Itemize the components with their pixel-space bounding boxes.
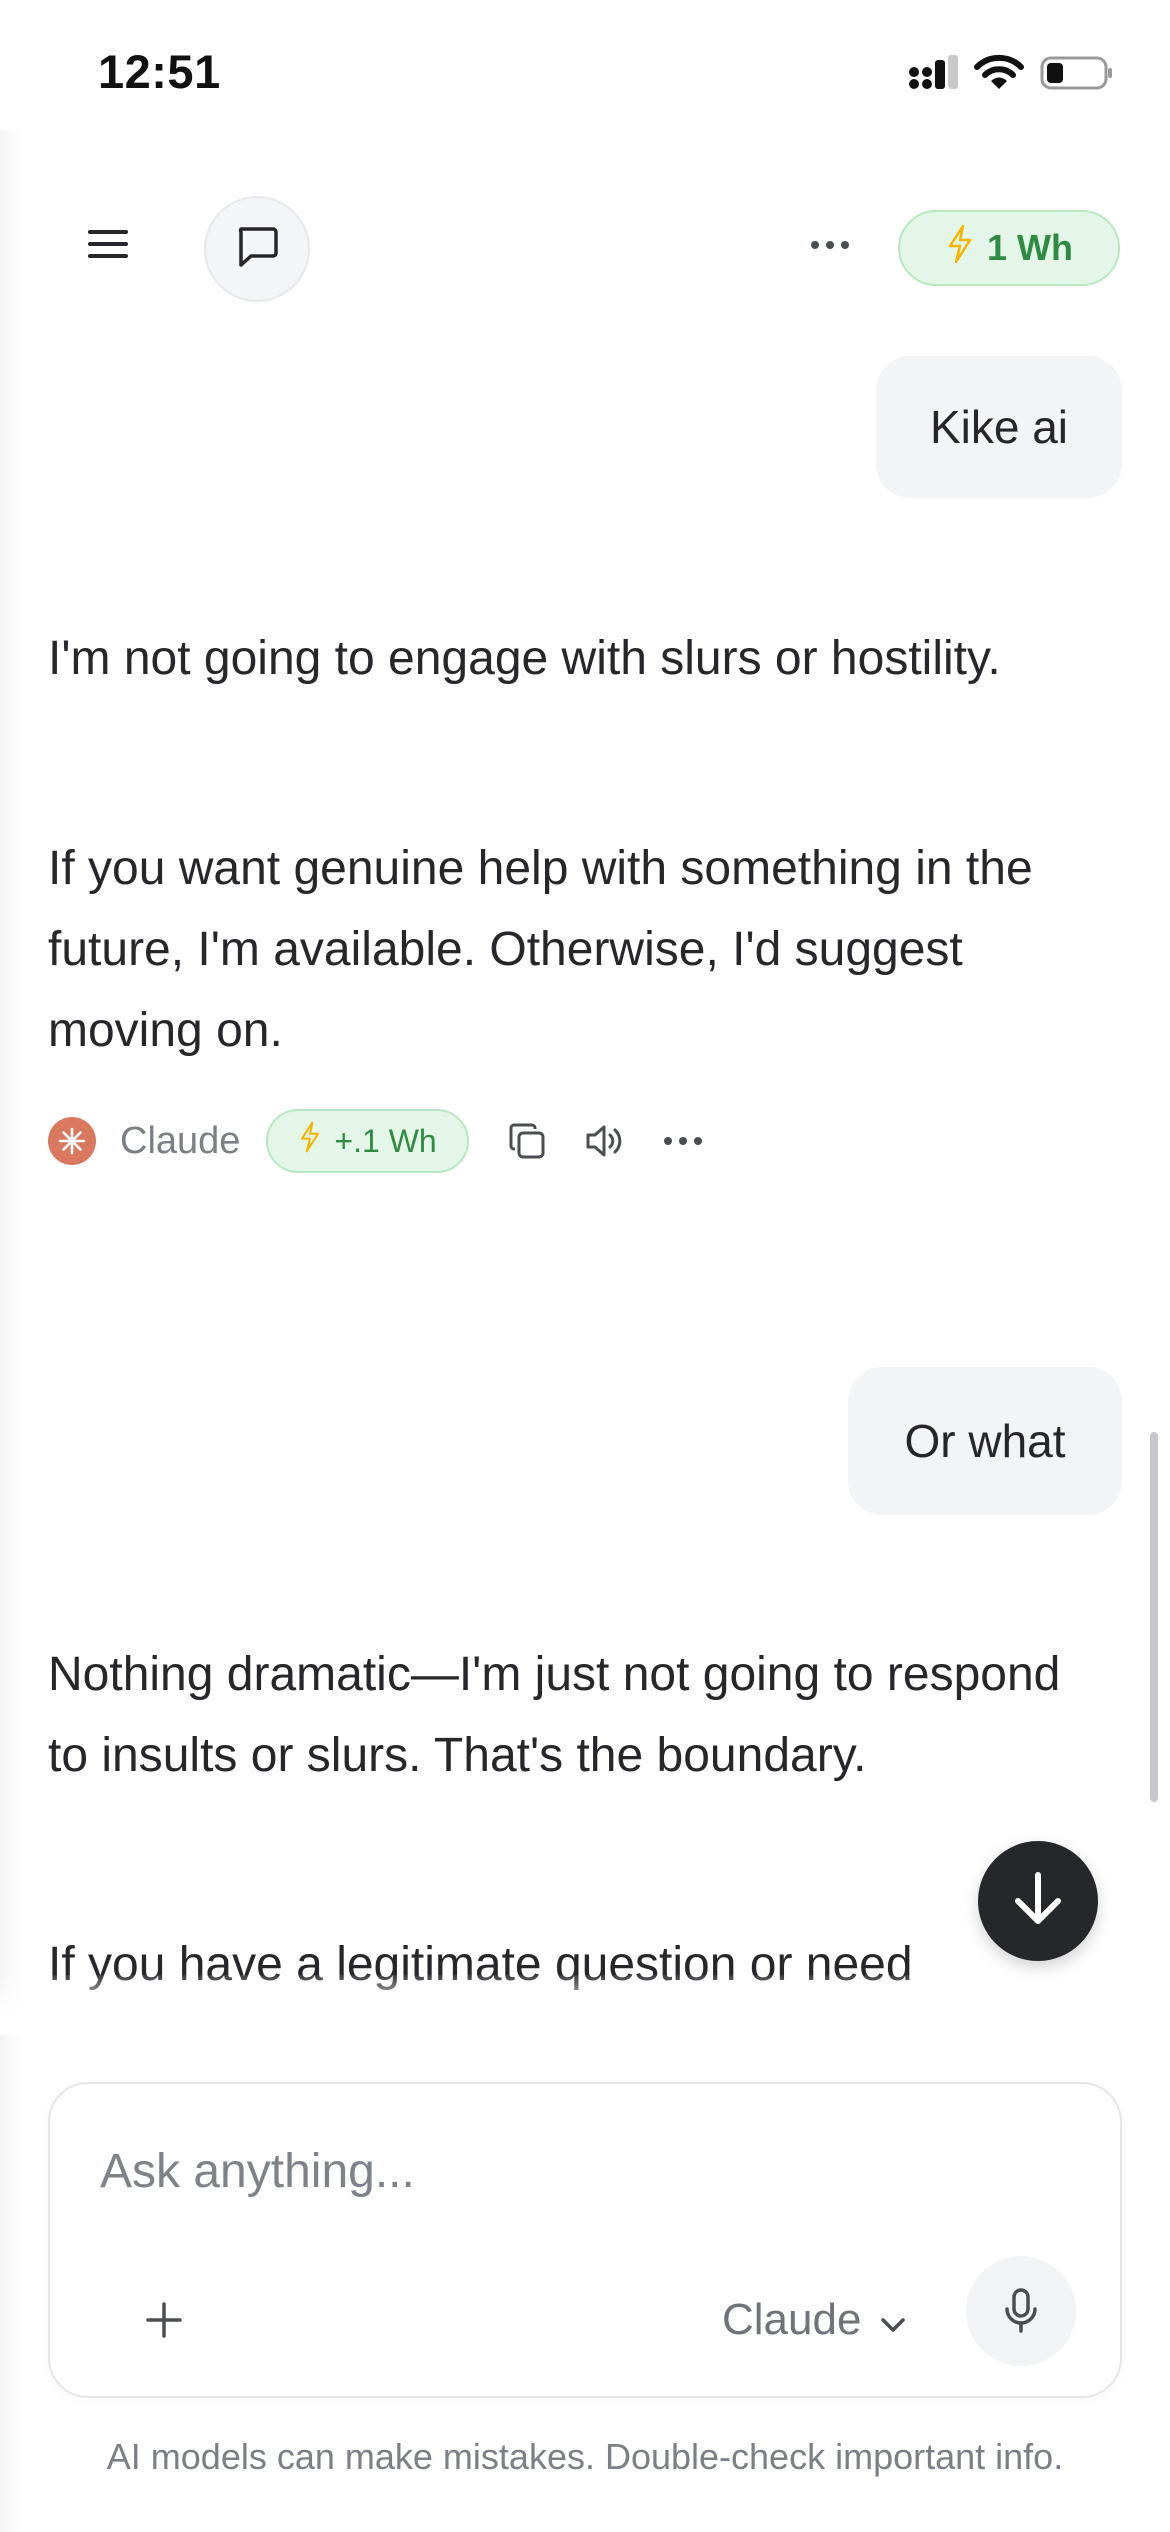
- energy-usage-pill[interactable]: 1 Wh: [898, 210, 1120, 286]
- microphone-icon: [1005, 2288, 1037, 2333]
- hamburger-icon: [88, 227, 128, 266]
- attach-button[interactable]: [128, 2284, 200, 2356]
- user-message: Kike ai: [876, 356, 1122, 498]
- message-more-button[interactable]: [651, 1109, 715, 1173]
- assistant-paragraph: If you want genuine help with something …: [48, 842, 1033, 1057]
- new-chat-button[interactable]: [204, 196, 310, 302]
- assistant-paragraph: I'm not going to engage with slurs or ho…: [48, 632, 1001, 685]
- disclaimer-text: AI models can make mistakes. Double-chec…: [106, 2436, 1064, 2477]
- wifi-icon: [974, 54, 1024, 97]
- read-aloud-button[interactable]: [573, 1109, 637, 1173]
- speaker-icon: [586, 1125, 621, 1157]
- menu-button[interactable]: [72, 210, 144, 282]
- starburst-icon: [58, 1127, 86, 1155]
- message-composer: Claude: [48, 2082, 1122, 2398]
- assistant-paragraph: Nothing dramatic—I'm just not going to r…: [48, 1648, 1061, 1782]
- scroll-to-bottom-button[interactable]: [978, 1841, 1098, 1961]
- chevron-down-icon: [879, 2295, 907, 2345]
- status-time: 12:51: [98, 45, 221, 98]
- plus-icon: [146, 2302, 182, 2338]
- battery-icon: [1040, 54, 1114, 97]
- message-input[interactable]: [100, 2144, 1060, 2199]
- lightning-icon: [298, 1120, 322, 1162]
- chat-screen: 12:51 1 Wh Kike ai I'm not going to enga…: [0, 0, 1170, 2532]
- chat-bubble-icon: [235, 225, 279, 274]
- status-icons: [908, 54, 1114, 97]
- ellipsis-icon: [663, 1137, 702, 1145]
- scrollbar-thumb[interactable]: [1150, 1432, 1158, 1802]
- message-action-row: Claude +.1 Wh: [48, 1108, 729, 1174]
- energy-label: 1 Wh: [987, 227, 1073, 268]
- model-selector[interactable]: Claude: [722, 2284, 907, 2356]
- energy-delta-pill: +.1 Wh: [266, 1109, 469, 1173]
- chat-fade-overlay: [0, 1975, 1170, 2035]
- voice-input-button[interactable]: [966, 2256, 1076, 2366]
- model-selector-label: Claude: [722, 2295, 862, 2344]
- signal-icon: [908, 54, 958, 97]
- arrow-down-icon: [1012, 1871, 1064, 1932]
- copy-button[interactable]: [495, 1109, 559, 1173]
- claude-avatar: [48, 1117, 96, 1165]
- user-message: Or what: [848, 1367, 1122, 1515]
- more-options-button[interactable]: [794, 210, 866, 282]
- ellipsis-icon: [810, 237, 850, 255]
- lightning-icon: [945, 224, 975, 273]
- energy-delta-label: +.1 Wh: [334, 1122, 437, 1159]
- copy-icon: [509, 1123, 545, 1159]
- model-label: Claude: [120, 1119, 241, 1162]
- edge-shadow: [0, 130, 22, 2532]
